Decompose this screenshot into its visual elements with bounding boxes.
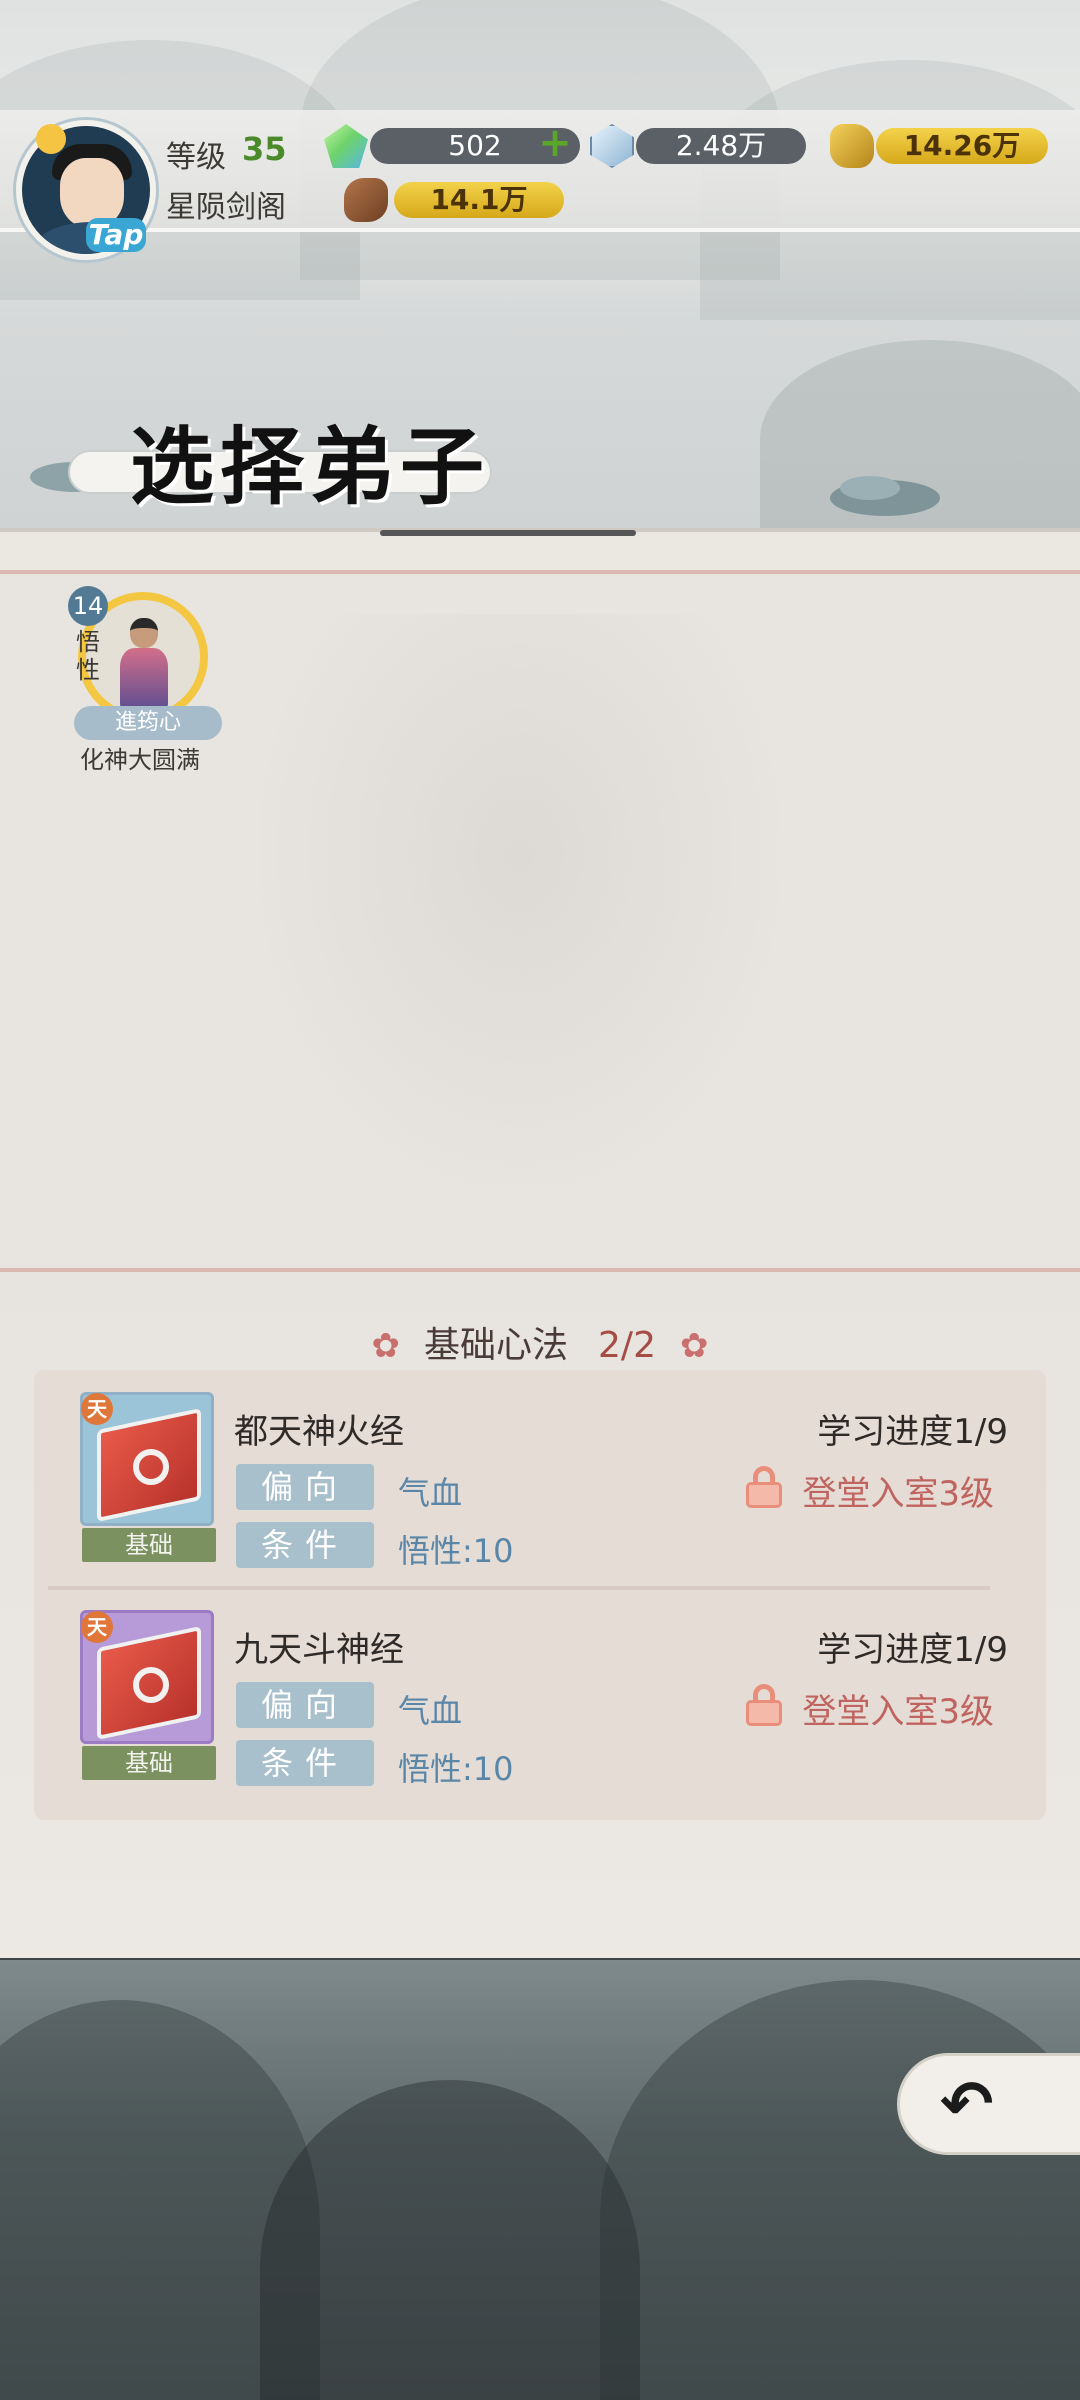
section-title: 基础心法 <box>424 1325 569 1366</box>
ink-landscape <box>0 1960 1080 2400</box>
lock-icon <box>746 1684 782 1726</box>
flower-icon-left: ✿ <box>371 1326 401 1366</box>
skill-book-icon: 天 <box>80 1392 214 1526</box>
section-count: 2/2 <box>598 1325 656 1366</box>
unlock-requirement: 登堂入室3级 <box>802 1474 994 1514</box>
learning-progress: 学习进度1/9 <box>817 1630 1008 1670</box>
tap-badge[interactable]: Tap <box>86 218 146 252</box>
disciple-level-badge: 14 <box>68 586 108 626</box>
back-arrow-icon: ↶ <box>940 2068 994 2142</box>
tendency-label: 偏向 <box>236 1682 374 1728</box>
disciple-card[interactable]: 14 悟性 進筠心 化神大圆满 <box>62 582 222 774</box>
disciple-trait: 悟性 <box>76 628 100 684</box>
add-gem-plus-icon[interactable]: + <box>538 123 572 163</box>
disciple-name: 進筠心 <box>74 706 222 740</box>
skill-name: 九天斗神经 <box>234 1630 404 1670</box>
section-header: ✿ 基础心法 2/2 ✿ <box>0 1316 1080 1368</box>
skill-book-icon: 天 <box>80 1610 214 1744</box>
learning-progress: 学习进度1/9 <box>817 1412 1008 1452</box>
tendency-value: 气血 <box>398 1474 463 1512</box>
disciple-realm: 化神大圆满 <box>80 746 200 774</box>
sun-icon <box>36 124 66 154</box>
condition-value: 悟性:10 <box>398 1750 514 1788</box>
grade-badge: 天 <box>81 1393 113 1425</box>
wood-count: 14.1万 <box>394 182 564 218</box>
skill-category-tag: 基础 <box>82 1746 216 1780</box>
skill-category-tag: 基础 <box>82 1528 216 1562</box>
grade-badge: 天 <box>81 1611 113 1643</box>
skill-row[interactable]: 天 基础 都天神火经 偏向 气血 条件 悟性:10 学习进度1/9 登堂入室3级 <box>34 1376 1046 1586</box>
crystal-count: 2.48万 <box>636 128 806 164</box>
condition-value: 悟性:10 <box>398 1532 514 1570</box>
tendency-value: 气血 <box>398 1692 463 1730</box>
back-button[interactable]: ↶ <box>900 2056 1080 2152</box>
gold-ore-icon <box>830 124 874 168</box>
gold-ore-count: 14.26万 <box>876 128 1048 164</box>
wood-icon <box>344 178 388 222</box>
lock-icon <box>746 1466 782 1508</box>
condition-label: 条件 <box>236 1740 374 1786</box>
unlock-requirement: 登堂入室3级 <box>802 1692 994 1732</box>
scroll-indicator <box>380 530 636 536</box>
skill-row[interactable]: 天 基础 九天斗神经 偏向 气血 条件 悟性:10 学习进度1/9 登堂入室3级 <box>34 1594 1046 1804</box>
page-title-banner: 选择弟子 <box>30 400 490 516</box>
level-value: 35 <box>242 130 287 168</box>
skill-divider <box>48 1586 990 1590</box>
disciple-portrait <box>118 618 170 714</box>
page-title: 选择弟子 <box>130 417 491 516</box>
cloud-ornament-right <box>840 476 900 500</box>
sect-name: 星陨剑阁 <box>166 190 286 225</box>
condition-label: 条件 <box>236 1522 374 1568</box>
flower-icon-right: ✿ <box>679 1326 709 1366</box>
tendency-label: 偏向 <box>236 1464 374 1510</box>
level-label: 等级 <box>166 140 226 175</box>
skill-name: 都天神火经 <box>234 1412 404 1452</box>
